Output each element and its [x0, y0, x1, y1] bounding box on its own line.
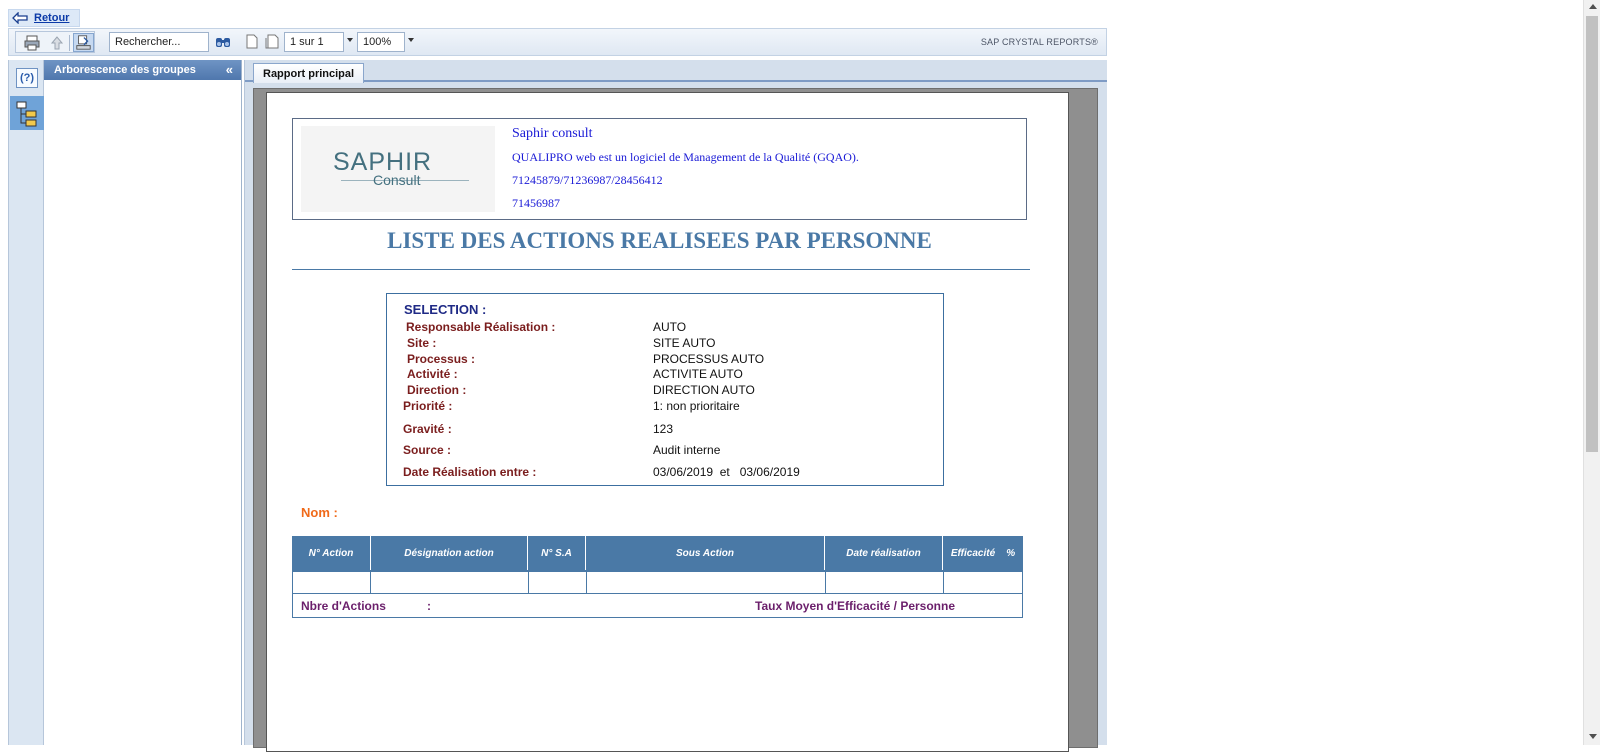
column-header: N° S.A	[528, 536, 586, 570]
table-cell	[587, 572, 826, 594]
selection-label: Source :	[403, 443, 452, 457]
page-number-field[interactable]: 1 sur 1	[284, 32, 344, 52]
back-link-label[interactable]: Retour	[34, 12, 69, 24]
column-header: Date réalisation	[825, 536, 943, 570]
table-cell	[371, 572, 529, 594]
selection-value: SITE AUTO	[653, 336, 716, 350]
print-icon[interactable]	[23, 35, 41, 51]
company-phones: 71245879/71236987/28456412	[512, 173, 663, 187]
scroll-down-arrow-icon[interactable]	[1589, 734, 1597, 739]
selection-value: 1: non prioritaire	[653, 399, 740, 413]
selection-value: DIRECTION AUTO	[653, 383, 755, 397]
first-page-icon[interactable]	[245, 34, 259, 49]
binoculars-icon[interactable]	[215, 34, 231, 49]
selection-label: Site :	[407, 336, 437, 350]
selection-value: 03/06/2019 et 03/06/2019	[653, 465, 800, 479]
help-button[interactable]: (?)	[16, 68, 38, 88]
prev-page-icon[interactable]	[265, 34, 279, 49]
back-link[interactable]: Retour	[8, 9, 80, 27]
page-dropdown-arrow-icon[interactable]	[347, 38, 353, 42]
logo-text-sub: Consult	[373, 172, 421, 188]
group-tree-title: Arborescence des groupes	[54, 64, 196, 76]
report-title: LISTE DES ACTIONS REALISEES PAR PERSONNE	[387, 228, 932, 253]
table-cell	[826, 572, 944, 594]
selection-label: Gravité :	[403, 422, 452, 436]
selection-label: Processus :	[407, 352, 476, 366]
selection-label: Activité :	[407, 367, 458, 381]
table-cell	[293, 572, 371, 594]
group-tree-panel: Arborescence des groupes «	[44, 60, 242, 745]
collapse-panel-icon[interactable]: «	[226, 62, 233, 77]
scrollbar-thumb[interactable]	[1586, 16, 1598, 452]
selection-label: Responsable Réalisation :	[406, 320, 556, 334]
zoom-field[interactable]: 100%	[357, 32, 405, 52]
export-icon[interactable]	[73, 33, 94, 52]
company-description: QUALIPRO web est un logiciel de Manageme…	[512, 150, 859, 164]
selection-label: Priorité :	[403, 399, 453, 413]
report-main-area: Rapport principal SAPHIR Consult Saphir …	[244, 60, 1107, 752]
company-header-box: SAPHIR Consult Saphir consult QUALIPRO w…	[292, 118, 1027, 220]
search-input[interactable]: Rechercher...	[109, 32, 209, 52]
toolbar-separator	[69, 35, 70, 51]
group-tree-header: Arborescence des groupes «	[44, 60, 241, 80]
average-efficiency-label: Taux Moyen d'Efficacité / Personne	[755, 599, 956, 613]
selection-label: Date Réalisation entre :	[403, 465, 537, 479]
table-footer: Nbre d'Actions : Taux Moyen d'Efficacité…	[292, 594, 1023, 618]
company-fax: 71456987	[512, 196, 560, 210]
selection-value: AUTO	[653, 320, 687, 334]
scroll-up-arrow-icon[interactable]	[1589, 4, 1597, 9]
company-logo: SAPHIR Consult	[301, 126, 495, 212]
selection-value: Audit interne	[653, 443, 721, 457]
company-name: Saphir consult	[512, 126, 593, 141]
column-header: N° Action	[292, 536, 371, 570]
selection-value: ACTIVITE AUTO	[653, 367, 743, 381]
selection-value: 123	[653, 422, 674, 436]
column-header: Efficacité %	[950, 547, 1016, 559]
zoom-dropdown-arrow-icon[interactable]	[408, 38, 414, 42]
tab-bar: Rapport principal	[245, 60, 1107, 83]
table-header: N° Action Désignation action N° S.A Sous…	[292, 536, 1023, 570]
selection-heading: SELECTION :	[404, 302, 487, 317]
tab-main-report[interactable]: Rapport principal	[253, 63, 365, 83]
toolbar-button-group	[15, 31, 95, 53]
group-tree-icon	[16, 101, 37, 127]
back-arrow-icon	[12, 12, 28, 24]
selection-box: SELECTION : Responsable Réalisation : AU…	[386, 293, 944, 486]
left-icon-strip: (?)	[8, 60, 44, 745]
title-divider	[292, 269, 1030, 270]
brand-label: SAP CRYSTAL REPORTS®	[980, 37, 1098, 47]
nom-label: Nom :	[301, 505, 338, 520]
report-page: SAPHIR Consult Saphir consult QUALIPRO w…	[266, 92, 1069, 752]
upload-icon[interactable]	[48, 35, 66, 51]
vertical-scrollbar[interactable]	[1583, 0, 1600, 745]
selection-label: Direction :	[407, 383, 467, 397]
table-cell	[529, 572, 587, 594]
column-header: Sous Action	[586, 536, 825, 570]
table-row	[292, 570, 1023, 594]
column-header: Désignation action	[371, 536, 528, 570]
action-count-label: Nbre d'Actions	[301, 599, 386, 613]
group-tree-toggle-button[interactable]	[10, 96, 44, 130]
report-viewport[interactable]: SAPHIR Consult Saphir consult QUALIPRO w…	[253, 88, 1098, 752]
action-count-colon: :	[427, 599, 431, 613]
selection-value: PROCESSUS AUTO	[653, 352, 765, 366]
toolbar: Rechercher... 1 sur 1 100% SAP CRYSTAL R…	[8, 28, 1107, 56]
